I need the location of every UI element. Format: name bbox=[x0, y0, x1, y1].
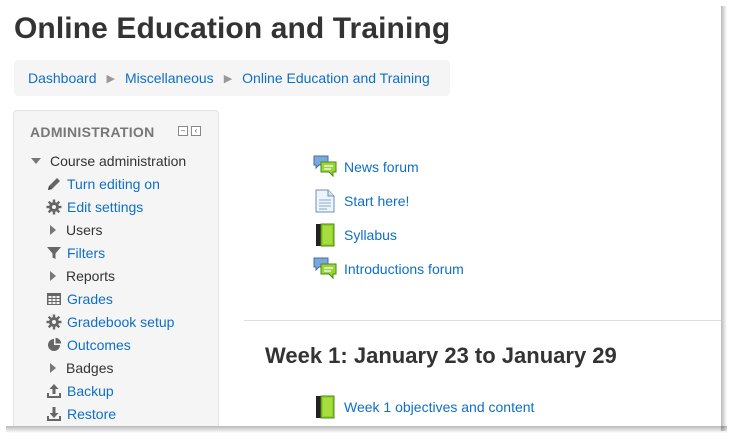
forum-icon bbox=[313, 155, 337, 179]
tree-item-badges[interactable]: Badges bbox=[46, 358, 113, 378]
filters-link[interactable]: Filters bbox=[67, 245, 105, 261]
tree-item-restore[interactable]: Restore bbox=[46, 404, 116, 424]
breadcrumb-separator-icon: ▶ bbox=[106, 72, 115, 85]
tree-item-label: Users bbox=[66, 222, 103, 238]
browser-page: Online Education and Training Dashboard … bbox=[0, 0, 721, 426]
breadcrumb-course[interactable]: Online Education and Training bbox=[242, 70, 430, 86]
edit-settings-link[interactable]: Edit settings bbox=[67, 199, 143, 215]
section-divider bbox=[244, 320, 721, 321]
gear-icon bbox=[46, 314, 62, 330]
tree-item-label: Course administration bbox=[50, 153, 187, 169]
tree-item-turn-editing-on[interactable]: Turn editing on bbox=[46, 174, 160, 194]
activity-week-1-objectives[interactable]: Week 1 objectives and content bbox=[313, 395, 534, 419]
tree-item-edit-settings[interactable]: Edit settings bbox=[46, 197, 143, 217]
breadcrumb-dashboard[interactable]: Dashboard bbox=[28, 70, 97, 86]
restore-link[interactable]: Restore bbox=[67, 406, 116, 422]
tree-item-outcomes[interactable]: Outcomes bbox=[46, 335, 131, 355]
tree-item-users[interactable]: Users bbox=[46, 220, 103, 240]
upload-icon bbox=[46, 383, 62, 399]
book-icon bbox=[313, 395, 337, 419]
forum-icon bbox=[313, 257, 337, 281]
caret-right-icon bbox=[50, 271, 56, 281]
collapse-block-icon[interactable]: – bbox=[178, 126, 188, 136]
tree-item-backup[interactable]: Backup bbox=[46, 381, 114, 401]
news-forum-link[interactable]: News forum bbox=[344, 159, 419, 175]
book-icon bbox=[313, 223, 337, 247]
tree-item-label: Reports bbox=[66, 268, 116, 284]
page-title: Online Education and Training bbox=[14, 12, 451, 45]
outcomes-link[interactable]: Outcomes bbox=[67, 337, 131, 353]
start-here-link[interactable]: Start here! bbox=[344, 193, 409, 209]
activity-introductions-forum[interactable]: Introductions forum bbox=[313, 257, 464, 281]
breadcrumb-separator-icon: ▶ bbox=[223, 72, 233, 85]
tree-item-gradebook-setup[interactable]: Gradebook setup bbox=[46, 312, 174, 332]
download-icon bbox=[46, 406, 62, 422]
caret-down-icon bbox=[31, 158, 41, 164]
page-shadow-bottom bbox=[6, 426, 727, 433]
filter-icon bbox=[46, 245, 62, 261]
pencil-icon bbox=[46, 176, 62, 192]
activity-syllabus[interactable]: Syllabus bbox=[313, 223, 397, 247]
page-shadow-right bbox=[721, 6, 727, 431]
breadcrumb-miscellaneous[interactable]: Miscellaneous bbox=[125, 70, 214, 86]
dock-block-icon[interactable]: ‹ bbox=[191, 126, 201, 136]
outcomes-icon bbox=[46, 337, 62, 353]
tree-item-grades[interactable]: Grades bbox=[46, 289, 113, 309]
gear-icon bbox=[46, 199, 62, 215]
caret-right-icon bbox=[50, 363, 56, 373]
administration-block: ADMINISTRATION – ‹ Course administration… bbox=[13, 110, 219, 426]
page-icon bbox=[313, 189, 337, 213]
tree-item-reports[interactable]: Reports bbox=[46, 266, 115, 286]
breadcrumb: Dashboard ▶ Miscellaneous ▶ Online Educa… bbox=[14, 60, 450, 96]
tree-item-label: Badges bbox=[66, 360, 114, 376]
gradebook-setup-link[interactable]: Gradebook setup bbox=[67, 314, 174, 330]
tree-item-filters[interactable]: Filters bbox=[46, 243, 105, 263]
grades-table-icon bbox=[46, 291, 62, 307]
introductions-forum-link[interactable]: Introductions forum bbox=[344, 261, 464, 277]
grades-link[interactable]: Grades bbox=[67, 291, 113, 307]
administration-block-title: ADMINISTRATION bbox=[30, 124, 155, 140]
turn-editing-on-link[interactable]: Turn editing on bbox=[67, 176, 160, 192]
week-1-objectives-link[interactable]: Week 1 objectives and content bbox=[344, 399, 534, 415]
tree-item-course-administration[interactable]: Course administration bbox=[30, 151, 186, 171]
week-1-section-title: Week 1: January 23 to January 29 bbox=[265, 343, 617, 368]
syllabus-link[interactable]: Syllabus bbox=[344, 227, 397, 243]
caret-right-icon bbox=[50, 225, 56, 235]
backup-link[interactable]: Backup bbox=[67, 383, 114, 399]
activity-news-forum[interactable]: News forum bbox=[313, 155, 419, 179]
activity-start-here[interactable]: Start here! bbox=[313, 189, 409, 213]
